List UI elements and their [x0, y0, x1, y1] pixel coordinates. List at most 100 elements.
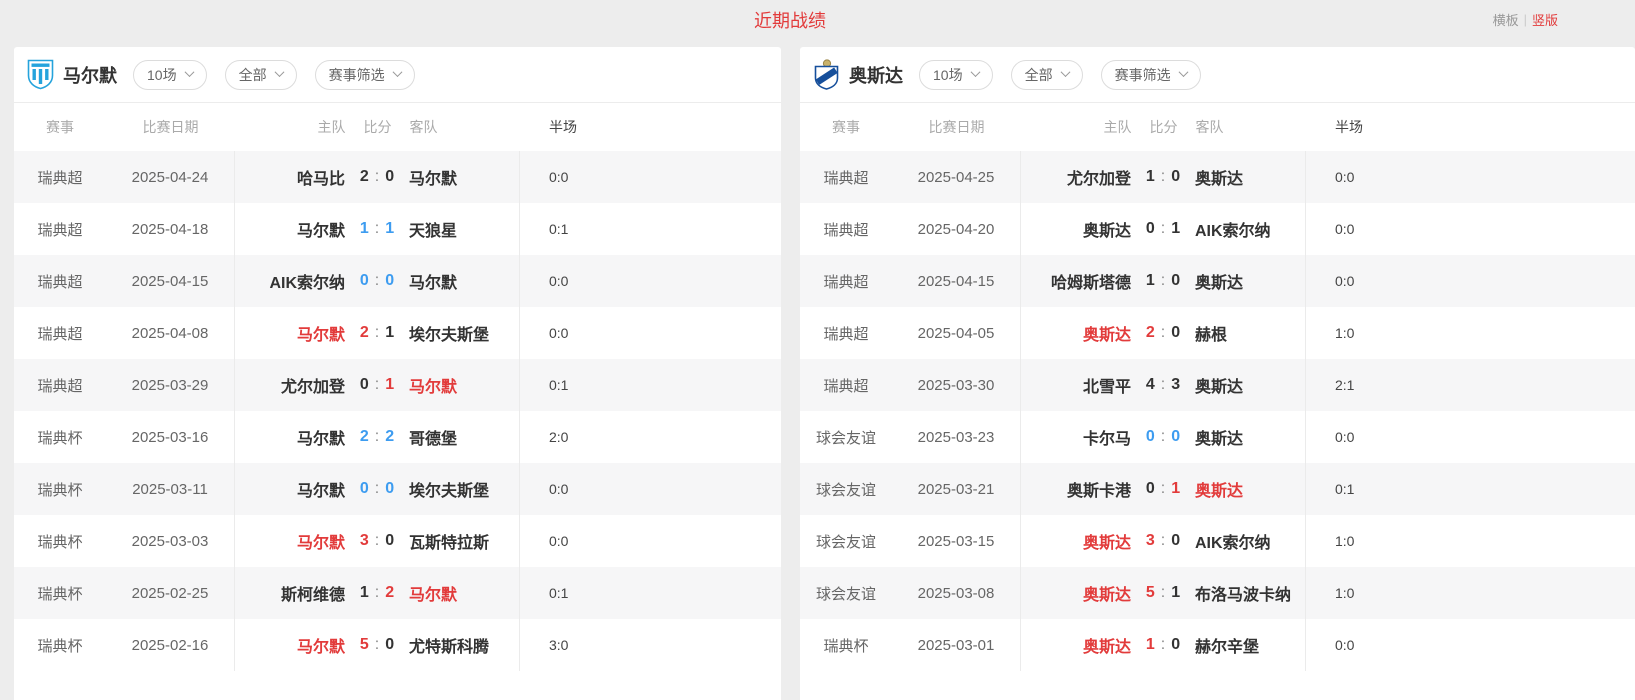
- score-colon: :: [1161, 376, 1165, 394]
- halftime-cell: 0:0: [520, 307, 781, 359]
- away-team-name: 马尔默: [409, 373, 519, 397]
- score-colon: :: [375, 480, 379, 498]
- home-score: 1: [1146, 636, 1155, 654]
- table-header-row: 赛事 比赛日期 主队 比分 客队 半场: [800, 103, 1635, 151]
- home-score: 2: [360, 324, 369, 342]
- match-row: 瑞典超2025-04-18马尔默1:1天狼星0:1: [14, 203, 781, 255]
- home-score: 0: [360, 272, 369, 290]
- score: 0:1: [345, 376, 409, 394]
- home-team-name: 哈姆斯塔德: [1021, 269, 1131, 293]
- home-team-name: 卡尔马: [1021, 425, 1131, 449]
- match-cell: 奥斯达5:1布洛马波卡纳: [1021, 567, 1306, 619]
- halftime-cell: 0:1: [1306, 463, 1635, 515]
- away-score: 1: [1171, 584, 1180, 602]
- halftime-cell: 0:0: [520, 515, 781, 567]
- matches-count-dropdown[interactable]: 10场: [133, 60, 207, 90]
- away-team-name: AIK索尔纳: [1195, 217, 1305, 241]
- halftime-cell: 0:0: [1306, 619, 1635, 671]
- score: 3:0: [1131, 532, 1195, 550]
- score: 2:1: [345, 324, 409, 342]
- match-cell: 马尔默2:1埃尔夫斯堡: [235, 307, 520, 359]
- league-cell: 球会友谊: [800, 463, 892, 515]
- home-score: 3: [360, 532, 369, 550]
- panel-header: 马尔默 10场 全部 赛事筛选: [14, 47, 781, 103]
- score: 1:0: [1131, 636, 1195, 654]
- layout-horizontal-link[interactable]: 横板: [1493, 10, 1519, 29]
- score: 0:0: [345, 272, 409, 290]
- date-cell: 2025-03-11: [106, 463, 235, 515]
- score: 2:0: [1131, 324, 1195, 342]
- league-cell: 瑞典超: [800, 307, 892, 359]
- away-team-name: 马尔默: [409, 165, 519, 189]
- score: 0:0: [1131, 428, 1195, 446]
- home-score: 1: [1146, 272, 1155, 290]
- away-score: 0: [385, 636, 394, 654]
- venue-filter-dropdown[interactable]: 全部: [225, 60, 297, 90]
- score-colon: :: [1161, 272, 1165, 290]
- away-team-name: 天狼星: [409, 217, 519, 241]
- match-row: 瑞典杯2025-03-11马尔默0:0埃尔夫斯堡0:0: [14, 463, 781, 515]
- match-cell: 哈马比2:0马尔默: [235, 151, 520, 203]
- away-score: 3: [1171, 376, 1180, 394]
- home-team-name: 斯柯维德: [235, 581, 345, 605]
- match-row: 瑞典杯2025-03-16马尔默2:2哥德堡2:0: [14, 411, 781, 463]
- match-cell: 奥斯达2:0赫根: [1021, 307, 1306, 359]
- halftime-cell: 2:0: [520, 411, 781, 463]
- away-score: 1: [1171, 220, 1180, 238]
- matches-count-dropdown[interactable]: 10场: [919, 60, 993, 90]
- team-name: 马尔默: [63, 62, 117, 88]
- layout-toggle-divider: |: [1524, 12, 1527, 27]
- chevron-down-icon: [1178, 67, 1188, 77]
- halftime-cell: 0:1: [520, 567, 781, 619]
- score: 3:0: [345, 532, 409, 550]
- match-row: 瑞典杯2025-02-25斯柯维德1:2马尔默0:1: [14, 567, 781, 619]
- date-cell: 2025-03-23: [892, 411, 1021, 463]
- halftime-cell: 0:0: [520, 463, 781, 515]
- layout-vertical-link[interactable]: 竖版: [1532, 10, 1558, 29]
- col-header-half: 半场: [1306, 117, 1635, 137]
- match-cell: 马尔默1:1天狼星: [235, 203, 520, 255]
- date-cell: 2025-04-25: [892, 151, 1021, 203]
- results-table-body: 瑞典超2025-04-24哈马比2:0马尔默0:0瑞典超2025-04-18马尔…: [14, 151, 781, 671]
- home-score: 0: [360, 480, 369, 498]
- venue-filter-dropdown[interactable]: 全部: [1011, 60, 1083, 90]
- home-team-name: 奥斯达: [1021, 529, 1131, 553]
- competition-filter-dropdown[interactable]: 赛事筛选: [315, 60, 415, 90]
- score-colon: :: [1161, 636, 1165, 654]
- halftime-cell: 0:1: [520, 203, 781, 255]
- col-header-match: 主队 比分 客队: [1021, 117, 1306, 137]
- score-colon: :: [375, 220, 379, 238]
- away-score: 1: [385, 324, 394, 342]
- halftime-cell: 0:1: [520, 359, 781, 411]
- date-cell: 2025-04-15: [892, 255, 1021, 307]
- match-row: 瑞典超2025-04-15哈姆斯塔德1:0奥斯达0:0: [800, 255, 1635, 307]
- away-team-name: 赫尔辛堡: [1195, 633, 1305, 657]
- score: 5:0: [345, 636, 409, 654]
- home-team-name: 北雪平: [1021, 373, 1131, 397]
- chevron-down-icon: [970, 67, 980, 77]
- match-cell: 马尔默3:0瓦斯特拉斯: [235, 515, 520, 567]
- score-colon: :: [375, 272, 379, 290]
- score-colon: :: [1161, 480, 1165, 498]
- home-team-name: 奥斯卡港: [1021, 477, 1131, 501]
- match-row: 瑞典超2025-03-29尤尔加登0:1马尔默0:1: [14, 359, 781, 411]
- home-team-name: 马尔默: [235, 477, 345, 501]
- halftime-cell: 1:0: [1306, 515, 1635, 567]
- away-score: 0: [385, 272, 394, 290]
- date-cell: 2025-04-18: [106, 203, 235, 255]
- date-cell: 2025-04-05: [892, 307, 1021, 359]
- away-team-name: 瓦斯特拉斯: [409, 529, 519, 553]
- home-score: 1: [360, 220, 369, 238]
- recent-results-panels: 马尔默 10场 全部 赛事筛选 赛事 比赛日期 主队 比分 客队 半场: [14, 47, 1635, 700]
- halftime-cell: 0:0: [1306, 255, 1635, 307]
- col-header-half: 半场: [520, 117, 781, 137]
- score-colon: :: [375, 168, 379, 186]
- competition-filter-dropdown[interactable]: 赛事筛选: [1101, 60, 1201, 90]
- halftime-cell: 0:0: [1306, 203, 1635, 255]
- date-cell: 2025-03-21: [892, 463, 1021, 515]
- league-cell: 瑞典超: [800, 203, 892, 255]
- col-header-home: 主队: [235, 117, 346, 137]
- team-panel-malmo: 马尔默 10场 全部 赛事筛选 赛事 比赛日期 主队 比分 客队 半场: [14, 47, 781, 700]
- matches-count-value: 10场: [933, 65, 963, 85]
- home-team-name: 尤尔加登: [1021, 165, 1131, 189]
